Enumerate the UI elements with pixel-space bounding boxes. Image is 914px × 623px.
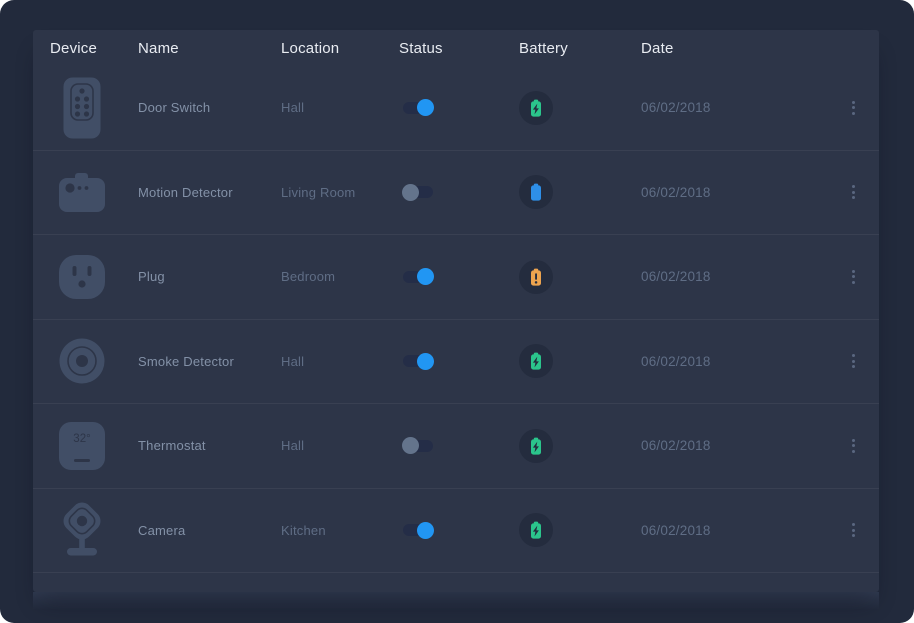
column-header-battery: Battery (519, 40, 641, 57)
device-location: Kitchen (281, 523, 399, 538)
table-row: Plug Bedroom 06/02/2018 (33, 235, 879, 320)
toggle-knob (417, 268, 434, 285)
remote-control-icon (54, 76, 110, 140)
svg-text:32°: 32° (73, 433, 90, 445)
battery-green-charging-icon (519, 429, 641, 463)
device-location: Hall (281, 354, 399, 369)
device-name: Camera (138, 523, 281, 538)
column-header-name: Name (138, 40, 281, 57)
status-toggle[interactable] (403, 102, 433, 114)
panel-reflection (33, 592, 879, 610)
column-header-location: Location (281, 40, 399, 57)
status-toggle[interactable] (403, 440, 433, 452)
table-header: Device Name Location Status Battery Date (33, 30, 879, 66)
status-toggle[interactable] (403, 355, 433, 367)
plug-icon (54, 254, 110, 300)
column-header-status: Status (399, 40, 519, 57)
device-name: Thermostat (138, 438, 281, 453)
device-table-panel: Device Name Location Status Battery Date… (33, 30, 879, 592)
table-row: Smoke Detector Hall 06/02/2018 (33, 320, 879, 405)
row-menu-button[interactable] (843, 96, 863, 120)
toggle-knob (417, 522, 434, 539)
device-location: Hall (281, 438, 399, 453)
column-header-date: Date (641, 40, 823, 57)
device-date: 06/02/2018 (641, 438, 823, 453)
row-menu-button[interactable] (843, 180, 863, 204)
row-menu-button[interactable] (843, 434, 863, 458)
battery-green-charging-icon (519, 513, 641, 547)
smoke-detector-icon (54, 338, 110, 384)
table-row: 32° Thermostat Hall 06/02/2018 (33, 404, 879, 489)
toggle-knob (417, 353, 434, 370)
device-name: Motion Detector (138, 185, 281, 200)
status-toggle[interactable] (403, 186, 433, 198)
table-row: Door Switch Hall 06/02/2018 (33, 66, 879, 151)
motion-detector-icon (54, 171, 110, 213)
toggle-knob (402, 184, 419, 201)
app-window: Device Name Location Status Battery Date… (0, 0, 914, 623)
device-date: 06/02/2018 (641, 100, 823, 115)
device-date: 06/02/2018 (641, 185, 823, 200)
device-date: 06/02/2018 (641, 354, 823, 369)
table-row: Motion Detector Living Room 06/02/2018 (33, 151, 879, 236)
toggle-knob (417, 99, 434, 116)
column-header-device: Device (50, 40, 138, 57)
device-location: Bedroom (281, 269, 399, 284)
battery-green-charging-icon (519, 344, 641, 378)
battery-blue-full-icon (519, 175, 641, 209)
toggle-knob (402, 437, 419, 454)
row-menu-button[interactable] (843, 518, 863, 542)
battery-green-charging-icon (519, 91, 641, 125)
device-location: Living Room (281, 185, 399, 200)
device-location: Hall (281, 100, 399, 115)
device-name: Smoke Detector (138, 354, 281, 369)
device-date: 06/02/2018 (641, 523, 823, 538)
row-menu-button[interactable] (843, 349, 863, 373)
thermostat-icon: 32° (54, 421, 110, 471)
device-name: Door Switch (138, 100, 281, 115)
table-row: Camera Kitchen 06/02/2018 (33, 489, 879, 574)
device-name: Plug (138, 269, 281, 284)
camera-icon (54, 500, 110, 560)
status-toggle[interactable] (403, 271, 433, 283)
battery-orange-low-icon (519, 260, 641, 294)
status-toggle[interactable] (403, 524, 433, 536)
table-body: Door Switch Hall 06/02/2018 Motion Detec… (33, 66, 879, 573)
row-menu-button[interactable] (843, 265, 863, 289)
device-date: 06/02/2018 (641, 269, 823, 284)
